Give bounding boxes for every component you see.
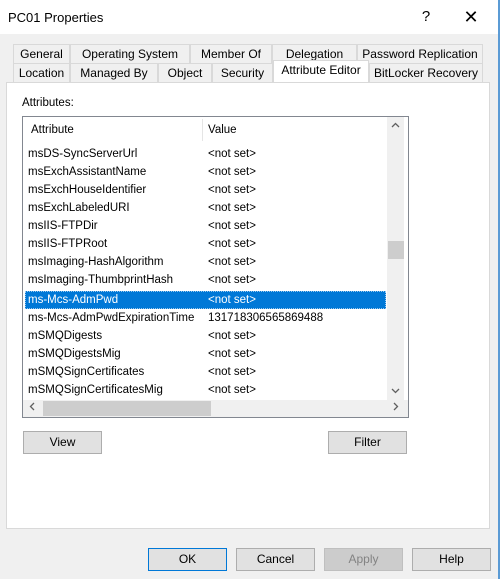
dialog-title: PC01 Properties <box>8 10 104 25</box>
attribute-name: mSMQSignCertificatesMig <box>28 384 163 396</box>
list-item[interactable]: msIIS-FTPDir <not set> <box>28 217 386 235</box>
attribute-value: <not set> <box>208 366 256 378</box>
properties-dialog: PC01 Properties ? ✕ General Operating Sy… <box>0 0 500 579</box>
apply-button[interactable]: Apply <box>324 548 403 571</box>
attribute-name: mSMQDigestsMig <box>28 348 121 360</box>
attribute-name: msImaging-ThumbprintHash <box>28 274 174 286</box>
attribute-name: mSMQDigests <box>28 330 103 342</box>
list-item[interactable]: msExchAssistantName <not set> <box>28 163 386 181</box>
attributes-list[interactable]: Attribute Value msDS-SyncServerUrl <not s… <box>22 116 409 418</box>
list-item[interactable]: msImaging-ThumbprintHash <not set> <box>28 271 386 289</box>
tab-general[interactable]: General <box>13 44 70 63</box>
column-header-value[interactable]: Value <box>208 124 237 136</box>
scroll-left-icon[interactable] <box>23 400 40 417</box>
scroll-right-icon[interactable] <box>387 400 404 417</box>
column-header-attribute[interactable]: Attribute <box>31 124 74 136</box>
tab-security[interactable]: Security <box>212 63 273 82</box>
attribute-name: msExchLabeledURI <box>28 202 130 214</box>
vertical-scroll-thumb[interactable] <box>388 241 404 259</box>
scrollbar-corner <box>404 400 408 417</box>
attribute-value: <not set> <box>208 348 256 360</box>
attribute-name: msIIS-FTPDir <box>28 220 98 232</box>
view-button[interactable]: View <box>23 431 102 454</box>
attribute-value: <not set> <box>208 294 256 306</box>
attribute-value: <not set> <box>208 330 256 342</box>
horizontal-scroll-thumb[interactable] <box>43 401 211 416</box>
tab-location[interactable]: Location <box>13 63 70 82</box>
cancel-button[interactable]: Cancel <box>236 548 315 571</box>
attribute-value: 131718306565869488 <box>208 312 324 324</box>
list-item[interactable]: msImaging-HashAlgorithm <not set> <box>28 253 386 271</box>
attributes-label: Attributes: <box>22 97 74 109</box>
tab-object[interactable]: Object <box>158 63 212 82</box>
attribute-name: msDS-SyncServerUrl <box>28 148 138 160</box>
attribute-name: msIIS-FTPRoot <box>28 238 108 250</box>
title-bar: PC01 Properties ? ✕ <box>0 0 498 34</box>
help-icon[interactable]: ? <box>414 6 438 28</box>
tab-attribute-editor[interactable]: Attribute Editor <box>273 60 369 82</box>
attribute-value: <not set> <box>208 148 256 160</box>
attribute-value: <not set> <box>208 256 256 268</box>
list-item[interactable]: mSMQSignCertificates <not set> <box>28 363 386 381</box>
tab-managed-by[interactable]: Managed By <box>70 63 158 82</box>
attribute-value: <not set> <box>208 274 256 286</box>
tab-member-of[interactable]: Member Of <box>190 44 272 63</box>
tab-bitlocker-recovery[interactable]: BitLocker Recovery <box>369 63 483 82</box>
attribute-value: <not set> <box>208 184 256 196</box>
attribute-name: msImaging-HashAlgorithm <box>28 256 164 268</box>
column-header: Attribute Value <box>23 117 386 143</box>
list-item-selected[interactable]: ms-Mcs-AdmPwd <not set> <box>25 291 386 309</box>
column-divider[interactable] <box>202 119 203 141</box>
list-item[interactable]: ms-Mcs-AdmPwdExpirationTime 1317183065658… <box>28 309 386 327</box>
tab-password-replication[interactable]: Password Replication <box>357 44 483 63</box>
horizontal-scrollbar[interactable] <box>23 400 404 417</box>
tab-operating-system[interactable]: Operating System <box>70 44 190 63</box>
list-item[interactable]: mSMQSignCertificatesMig <not set> <box>28 381 386 399</box>
attribute-name: msExchAssistantName <box>28 166 147 178</box>
attribute-value: <not set> <box>208 238 256 250</box>
list-item[interactable]: msDS-SyncServerUrl <not set> <box>28 145 386 163</box>
list-item[interactable]: mSMQDigestsMig <not set> <box>28 345 386 363</box>
attribute-name: ms-Mcs-AdmPwd <box>28 294 119 306</box>
list-item[interactable]: msIIS-FTPRoot <not set> <box>28 235 386 253</box>
attribute-value: <not set> <box>208 166 256 178</box>
list-item[interactable]: mSMQDigests <not set> <box>28 327 386 345</box>
filter-button[interactable]: Filter <box>328 431 407 454</box>
attribute-name: msExchHouseIdentifier <box>28 184 147 196</box>
scroll-up-icon[interactable] <box>387 117 404 134</box>
scroll-down-icon[interactable] <box>387 383 404 400</box>
attribute-name: mSMQSignCertificates <box>28 366 145 378</box>
help-button[interactable]: Help <box>412 548 491 571</box>
attribute-value: <not set> <box>208 384 256 396</box>
vertical-scrollbar[interactable] <box>387 117 404 400</box>
list-item[interactable]: msExchHouseIdentifier <not set> <box>28 181 386 199</box>
list-item[interactable]: msExchLabeledURI <not set> <box>28 199 386 217</box>
attribute-value: <not set> <box>208 202 256 214</box>
attribute-name: ms-Mcs-AdmPwdExpirationTime <box>28 312 195 324</box>
ok-button[interactable]: OK <box>148 548 227 571</box>
close-icon[interactable]: ✕ <box>459 6 483 28</box>
attribute-value: <not set> <box>208 220 256 232</box>
